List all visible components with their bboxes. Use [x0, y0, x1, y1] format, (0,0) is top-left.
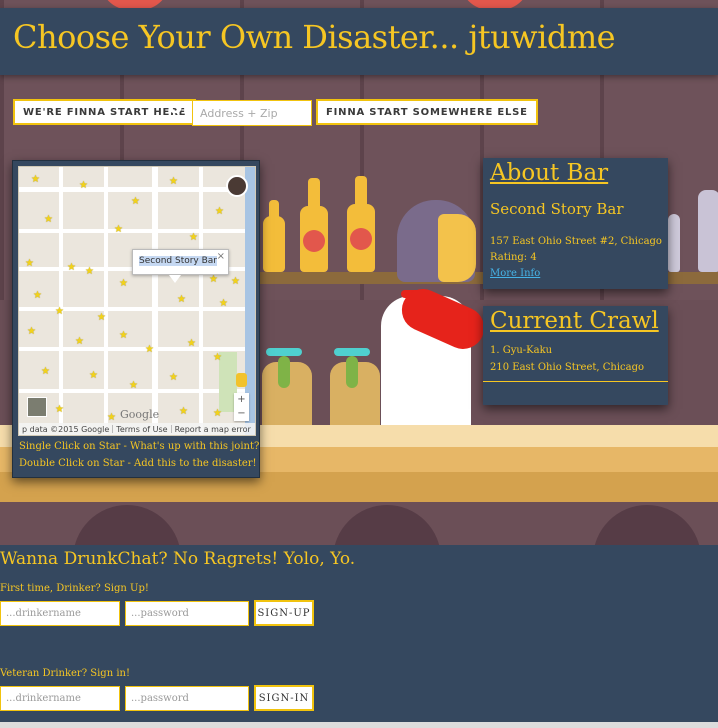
star-icon[interactable]: ★ [44, 215, 53, 225]
star-icon[interactable]: ★ [189, 233, 198, 243]
signup-label: First time, Drinker? Sign Up! [0, 583, 149, 594]
bottle [668, 214, 680, 272]
google-logo: Google [120, 408, 160, 421]
star-icon[interactable]: ★ [231, 277, 240, 287]
bar-name: Second Story Bar [490, 200, 624, 218]
star-icon[interactable]: ★ [97, 313, 106, 323]
avatar-icon[interactable] [226, 175, 248, 197]
divider [483, 381, 668, 382]
star-icon[interactable]: ★ [213, 409, 222, 419]
star-icon[interactable]: ★ [187, 339, 196, 349]
signup-button[interactable]: SIGN-UP [254, 600, 314, 626]
star-icon[interactable]: ★ [129, 381, 138, 391]
more-info-link[interactable]: More Info [490, 268, 540, 279]
bartender-face [438, 214, 476, 282]
current-crawl-heading: Current Crawl [490, 308, 659, 334]
bottle [263, 216, 285, 272]
signin-password-input[interactable] [125, 686, 249, 711]
close-icon[interactable]: × [217, 251, 225, 262]
star-icon[interactable]: ★ [79, 181, 88, 191]
about-bar-heading: About Bar [490, 160, 609, 186]
star-icon[interactable]: ★ [145, 345, 154, 355]
map-panel: ★ ★ ★ ★ ★ ★ ★ ★ ★ ★ ★ ★ ★ ★ ★ ★ ★ ★ ★ ★ … [12, 160, 260, 478]
map-help-single-click: Single Click on Star - What's up with th… [19, 441, 260, 452]
signup-drinkername-input[interactable] [0, 601, 120, 626]
crawl-item-address: 210 East Ohio Street, Chicago [490, 362, 645, 373]
star-icon[interactable]: ★ [25, 259, 34, 269]
app-title: Choose Your Own Disaster... jtuwidme [13, 18, 616, 56]
map-infowindow: Second Story Bar × [132, 249, 229, 275]
app-header: Choose Your Own Disaster... jtuwidme [0, 8, 718, 75]
zoom-in-button[interactable]: + [234, 393, 249, 407]
map-attribution: p data ©2015 Google Terms of Use Report … [19, 423, 255, 435]
star-icon[interactable]: ★ [215, 207, 224, 217]
star-icon[interactable]: ★ [89, 371, 98, 381]
star-icon[interactable]: ★ [179, 407, 188, 417]
star-icon[interactable]: ★ [85, 267, 94, 277]
terms-of-use-link[interactable]: Terms of Use [113, 425, 170, 434]
current-crawl-card: Current Crawl 1. Gyu-Kaku 210 East Ohio … [483, 306, 668, 405]
about-bar-card: About Bar Second Story Bar 157 East Ohio… [483, 158, 668, 289]
star-icon[interactable]: ★ [209, 275, 218, 285]
star-icon[interactable]: ★ [41, 367, 50, 377]
map-help-double-click: Double Click on Star - Add this to the d… [19, 458, 257, 469]
star-icon[interactable]: ★ [31, 175, 40, 185]
crawl-item-name: 1. Gyu-Kaku [490, 345, 553, 356]
star-icon[interactable]: ★ [119, 279, 128, 289]
google-map[interactable]: ★ ★ ★ ★ ★ ★ ★ ★ ★ ★ ★ ★ ★ ★ ★ ★ ★ ★ ★ ★ … [18, 166, 256, 436]
map-data-credit: p data ©2015 Google [22, 424, 110, 434]
star-icon[interactable]: ★ [177, 295, 186, 305]
star-icon[interactable]: ★ [107, 413, 116, 423]
star-icon[interactable]: ★ [67, 263, 76, 273]
star-icon[interactable]: ★ [219, 299, 228, 309]
horizontal-scrollbar[interactable] [0, 722, 718, 728]
star-icon[interactable]: ★ [169, 177, 178, 187]
start-elsewhere-button[interactable]: FINNA START SOMEWHERE ELSE [316, 99, 538, 125]
bottle [698, 190, 718, 272]
signup-password-input[interactable] [125, 601, 249, 626]
report-map-error-link[interactable]: Report a map error [172, 425, 254, 434]
or-label: or [168, 94, 193, 118]
star-icon[interactable]: ★ [55, 405, 64, 415]
zoom-control: + − [234, 393, 249, 421]
address-input[interactable] [192, 100, 312, 126]
signin-button[interactable]: SIGN-IN [254, 685, 314, 711]
signin-label: Veteran Drinker? Sign in! [0, 668, 130, 679]
bar-rating: Rating: 4 [490, 252, 537, 263]
star-icon[interactable]: ★ [75, 337, 84, 347]
star-icon[interactable]: ★ [27, 327, 36, 337]
star-icon[interactable]: ★ [55, 307, 64, 317]
bar-address: 157 East Ohio Street #2, Chicago [490, 236, 662, 247]
star-icon[interactable]: ★ [114, 225, 123, 235]
zoom-out-button[interactable]: − [234, 407, 249, 421]
chat-heading: Wanna DrunkChat? No Ragrets! Yolo, Yo. [0, 549, 356, 569]
star-icon[interactable]: ★ [131, 197, 140, 207]
signin-drinkername-input[interactable] [0, 686, 120, 711]
star-icon[interactable]: ★ [213, 353, 222, 363]
satellite-toggle[interactable] [27, 397, 47, 417]
star-icon[interactable]: ★ [33, 291, 42, 301]
infowindow-bar-name: Second Story Bar [139, 256, 218, 266]
star-icon[interactable]: ★ [119, 331, 128, 341]
pegman-icon[interactable] [236, 373, 247, 387]
star-icon[interactable]: ★ [169, 373, 178, 383]
